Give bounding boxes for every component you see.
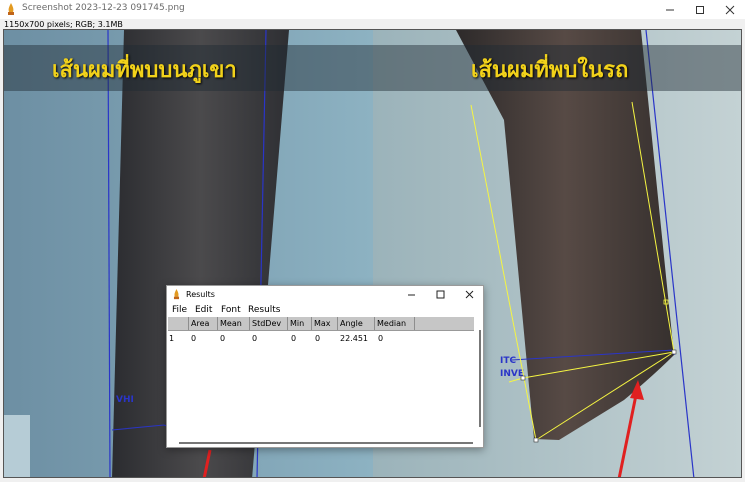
column-header-area[interactable]: Area	[189, 317, 218, 330]
maximize-icon	[436, 290, 444, 299]
svg-text:INVE: INVE	[500, 369, 524, 379]
minimize-button[interactable]	[655, 0, 685, 19]
menu-results[interactable]: Results	[248, 305, 281, 315]
cell-median: 0	[378, 334, 384, 343]
menu-edit[interactable]: Edit	[195, 305, 212, 315]
results-maximize-button[interactable]	[426, 286, 454, 303]
close-icon	[465, 290, 473, 299]
results-dialog[interactable]: Results File Edit Font Results Area Mean…	[166, 285, 484, 448]
table-header: Area Mean StdDev Min Max Angle Median	[168, 317, 474, 331]
cell-min: 0	[291, 334, 297, 343]
window-titlebar: Screenshot 2023-12-23 091745.png	[0, 0, 745, 19]
results-title: Results	[186, 290, 215, 299]
caption-left: เส้นผมที่พบบนภูเขา	[52, 58, 237, 83]
svg-text:ITC: ITC	[500, 356, 516, 366]
window-title: Screenshot 2023-12-23 091745.png	[22, 3, 185, 13]
menu-font[interactable]: Font	[221, 305, 241, 315]
results-minimize-button[interactable]	[397, 286, 425, 303]
column-header-mean[interactable]: Mean	[218, 317, 250, 330]
results-titlebar: Results	[167, 286, 483, 303]
column-header-index[interactable]	[168, 317, 189, 330]
results-close-button[interactable]	[455, 286, 483, 303]
cell-max: 0	[315, 334, 321, 343]
close-icon	[725, 5, 735, 14]
cell-mean: 0	[220, 334, 226, 343]
close-button[interactable]	[715, 0, 745, 19]
cell-stddev: 0	[252, 334, 258, 343]
cell-area: 0	[191, 334, 197, 343]
column-header-min[interactable]: Min	[288, 317, 312, 330]
minimize-icon	[666, 9, 674, 10]
image-info: 1150x700 pixels; RGB; 3.1MB	[4, 20, 123, 29]
maximize-icon	[696, 5, 704, 14]
results-menubar: File Edit Font Results	[167, 304, 483, 316]
svg-text:VHI: VHI	[116, 395, 134, 405]
column-header-max[interactable]: Max	[312, 317, 338, 330]
vertical-scrollbar[interactable]	[479, 330, 481, 427]
cell-index: 1	[169, 334, 175, 343]
cell-angle: 22.451	[340, 334, 368, 343]
maximize-button[interactable]	[685, 0, 715, 19]
imagej-app-icon	[8, 3, 14, 15]
column-header-median[interactable]: Median	[375, 317, 415, 330]
column-header-stddev[interactable]: StdDev	[250, 317, 288, 330]
imagej-app-icon	[173, 289, 180, 300]
horizontal-scrollbar[interactable]	[179, 442, 473, 444]
menu-file[interactable]: File	[172, 305, 187, 315]
column-header-angle[interactable]: Angle	[338, 317, 375, 330]
minimize-icon	[407, 294, 415, 296]
caption-right: เส้นผมที่พบในรถ	[471, 58, 629, 83]
